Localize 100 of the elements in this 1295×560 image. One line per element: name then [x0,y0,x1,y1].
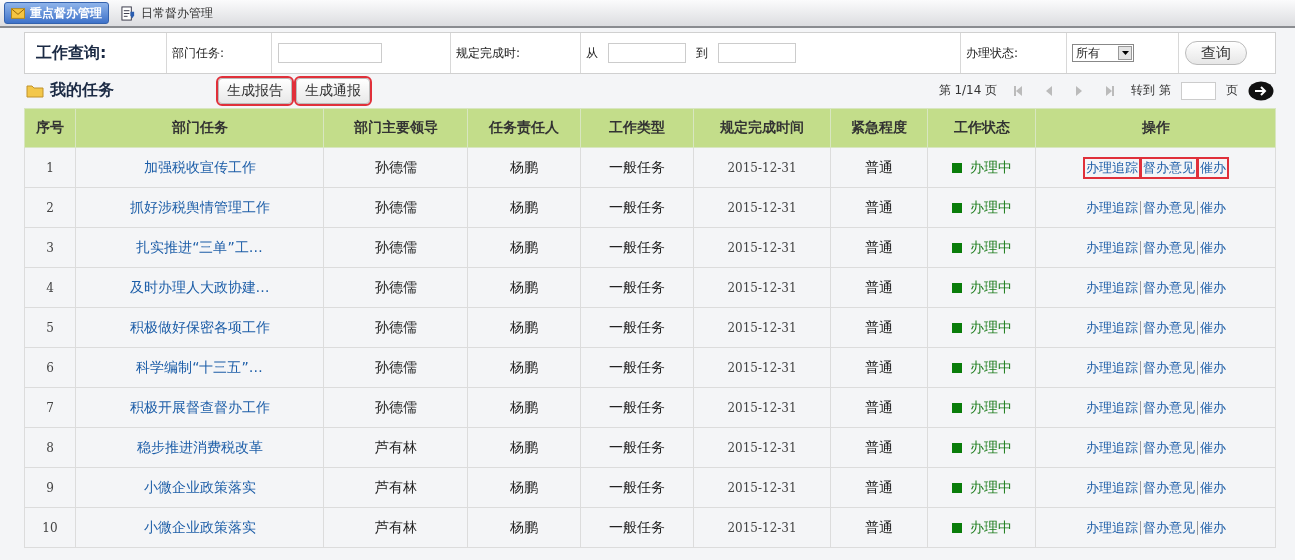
table-cell: 孙德儒 [323,387,468,428]
table-cell: 2015-12-31 [693,187,831,228]
task-link[interactable]: 加强税收宣传工作 [143,158,256,175]
table-cell: 杨鹏 [467,347,581,388]
table-cell: 杨鹏 [467,507,581,548]
table-cell: 2015-12-31 [693,267,831,308]
table-cell: 一般任务 [580,227,694,268]
first-page-icon[interactable] [1013,84,1024,97]
action-link[interactable]: 催办 [1198,518,1227,537]
table-cell: 芦有林 [323,507,468,548]
table-cell: 普通 [830,387,928,428]
page-input[interactable] [1181,81,1216,100]
action-link[interactable]: 催办 [1198,398,1227,417]
table-cell: 孙德儒 [323,187,468,228]
field-label: 部门任务: [172,44,225,62]
status-square-icon [951,362,962,373]
table-cell: 芦有林 [323,427,468,468]
action-link[interactable]: 催办 [1198,198,1227,217]
top-tab[interactable]: 日常督办管理 [115,2,219,24]
action-link[interactable]: 督办意见 [1141,518,1196,537]
status-text: 办理中 [969,318,1012,337]
table-cell: 2015-12-31 [693,427,831,468]
action-link[interactable]: 办理追踪 [1084,518,1139,537]
table-cell: 一般任务 [580,187,694,228]
action-link[interactable]: 督办意见 [1141,318,1196,337]
action-link[interactable]: 催办 [1198,478,1227,497]
table-cell: 孙德儒 [323,347,468,388]
table-cell: 2 [24,187,76,228]
task-link[interactable]: 小微企业政策落实 [143,518,256,535]
action-link[interactable]: 催办 [1198,358,1227,377]
table-cell: 普通 [830,187,928,228]
table-cell: 2015-12-31 [693,467,831,508]
status-text: 办理中 [969,238,1012,257]
table-cell: 杨鹏 [467,387,581,428]
table-cell: 一般任务 [580,267,694,308]
table-cell: 10 [24,507,76,548]
table-cell: 普通 [830,147,928,188]
action-link[interactable]: 办理追踪 [1084,398,1139,417]
document-icon [121,5,136,21]
table-cell: 杨鹏 [467,307,581,348]
action-link[interactable]: 催办 [1198,438,1227,457]
status-square-icon [951,482,962,493]
table-cell: 孙德儒 [323,307,468,348]
table-cell: 普通 [830,507,928,548]
generate-button[interactable]: 生成通报 [296,77,370,104]
column-header: 工作状态 [927,108,1036,148]
action-link[interactable]: 办理追踪 [1084,358,1139,377]
generate-button[interactable]: 生成报告 [218,77,292,104]
task-input[interactable] [278,43,382,63]
table-cell: 2015-12-31 [693,347,831,388]
action-link[interactable]: 办理追踪 [1084,278,1139,297]
action-link[interactable]: 督办意见 [1141,358,1196,377]
status-select[interactable]: 所有 [1072,44,1134,62]
action-link[interactable]: 催办 [1198,278,1227,297]
table-cell: 孙德儒 [323,147,468,188]
action-link[interactable]: 办理追踪 [1084,238,1139,257]
date-input[interactable] [608,43,686,63]
next-page-icon[interactable] [1075,84,1084,97]
table-cell: 普通 [830,467,928,508]
action-link[interactable]: 办理追踪 [1084,478,1139,497]
action-link[interactable]: 督办意见 [1141,278,1196,297]
action-link[interactable]: 督办意见 [1141,198,1196,217]
status-square-icon [951,402,962,413]
action-link[interactable]: 办理追踪 [1084,318,1139,337]
table-cell: 2015-12-31 [693,307,831,348]
table-cell: 2015-12-31 [693,227,831,268]
date-input[interactable] [718,43,796,63]
task-link[interactable]: 小微企业政策落实 [143,478,256,495]
action-link[interactable]: 督办意见 [1141,398,1196,417]
action-link[interactable]: 督办意见 [1141,238,1196,257]
action-link[interactable]: 督办意见 [1141,478,1196,497]
action-link[interactable]: 办理追踪 [1084,158,1139,177]
table-cell: 一般任务 [580,307,694,348]
action-link[interactable]: 督办意见 [1141,158,1196,177]
table-cell: 2015-12-31 [693,507,831,548]
action-link[interactable]: 催办 [1198,158,1227,177]
status-text: 办理中 [969,278,1012,297]
column-header: 规定完成时间 [693,108,831,148]
table-cell: 杨鹏 [467,147,581,188]
from-label: 从 [586,44,598,62]
previous-page-icon[interactable] [1045,84,1054,97]
action-link[interactable]: 办理追踪 [1084,198,1139,217]
envelope-icon [11,7,25,19]
action-link[interactable]: 办理追踪 [1084,438,1139,457]
action-link[interactable]: 催办 [1198,238,1227,257]
action-link[interactable]: 催办 [1198,318,1227,337]
column-header: 紧急程度 [830,108,928,148]
action-link[interactable]: 督办意见 [1141,438,1196,457]
table-cell: 普通 [830,227,928,268]
table-cell: 3 [24,227,76,268]
status-text: 办理中 [969,398,1012,417]
table-cell: 孙德儒 [323,267,468,308]
to-label: 到 [696,44,708,62]
status-text: 办理中 [969,158,1012,177]
status-text: 办理中 [969,478,1012,497]
status-square-icon [951,202,962,213]
last-page-icon[interactable] [1105,84,1116,97]
table-cell: 杨鹏 [467,467,581,508]
search-button[interactable]: 查询 [1185,41,1247,65]
column-header: 操作 [1035,108,1276,148]
